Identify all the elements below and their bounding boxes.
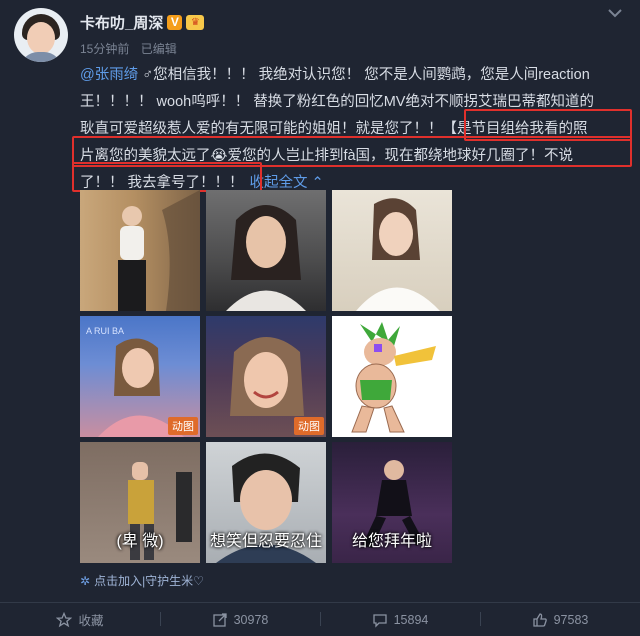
favorite-label: 收藏	[78, 614, 104, 628]
collapse-link[interactable]: 收起全文 ⌃	[250, 175, 324, 191]
image-tile[interactable]: A RUI BA 动图	[80, 316, 200, 437]
post-line-4: 片离您的美貌太远了😭爱您的人岂止排到fà国，现在都绕地球好几圈了！不说	[80, 148, 574, 164]
fan-group-link[interactable]: ✲ 点击加入|守护生米♡	[80, 572, 204, 589]
chevron-down-icon[interactable]	[606, 6, 624, 20]
comment-button[interactable]: 15894	[320, 603, 480, 636]
post-line-3: 耿直可爱超级惹人爱的有无限可能的姐姐！就是您了！！【是节目组给我看的照	[80, 121, 588, 137]
repost-count: 30978	[233, 612, 269, 627]
repost-button[interactable]: 30978	[160, 603, 320, 636]
avatar[interactable]	[14, 8, 68, 62]
image-tile[interactable]	[206, 190, 326, 311]
like-count: 97583	[553, 612, 589, 627]
username-text[interactable]: 卡布叻_周深	[80, 12, 163, 33]
image-tile[interactable]	[80, 190, 200, 311]
comment-count: 15894	[393, 612, 429, 627]
post-time[interactable]: 15分钟前	[80, 42, 129, 56]
star-icon	[56, 611, 73, 627]
image-caption: (卑 微)	[116, 533, 164, 550]
image-caption: 想笑但忍要忍住	[209, 533, 322, 550]
gif-badge: 动图	[168, 417, 198, 435]
comment-icon	[372, 613, 387, 628]
image-tile[interactable]	[332, 190, 452, 311]
image-grid: A RUI BA 动图 动图 (卑 微) 想笑但忍要忍住 给您拜年啦	[80, 190, 452, 564]
svg-text:A RUI BA: A RUI BA	[86, 326, 124, 336]
gif-badge: 动图	[294, 417, 324, 435]
action-bar: 收藏 30978 15894 97583	[0, 602, 640, 636]
post-line-5: 了！！ 我去拿号了！！！	[80, 175, 244, 191]
image-tile[interactable]	[332, 316, 452, 437]
edited-label: 已编辑	[140, 42, 177, 56]
photo-figure	[356, 198, 440, 311]
image-caption: 给您拜年啦	[351, 533, 432, 550]
post-content: @张雨绮 ♂您相信我！！！ 我绝对认识您！ 您不是人间鹦鹉，您是人间reacti…	[80, 62, 628, 197]
image-tile[interactable]: 动图	[206, 316, 326, 437]
repost-icon	[212, 612, 227, 627]
sparkle-icon: ✲	[80, 574, 91, 588]
post-line-1: ♂您相信我！！！ 我绝对认识您！ 您不是人间鹦鹉，您是人间reaction	[138, 67, 590, 83]
photo-figure	[118, 190, 200, 311]
mention-link[interactable]: @张雨绮	[80, 67, 138, 83]
verified-badge-icon: V	[167, 15, 183, 30]
cartoon-figure	[351, 322, 436, 433]
username[interactable]: 卡布叻_周深 V ♛	[80, 12, 205, 33]
post-meta: 15分钟前 已编辑	[80, 40, 177, 57]
post-line-2: 王！！！！ wooh呜呼！！ 替换了粉红色的回忆MV绝对不顺拐艾瑞巴蒂都知道的	[80, 94, 594, 110]
image-tile[interactable]: 给您拜年啦	[332, 442, 452, 563]
fan-group-text[interactable]: 点击加入|守护生米♡	[94, 574, 204, 588]
thumbs-up-icon	[532, 612, 547, 627]
photo-figure	[226, 205, 306, 311]
like-button[interactable]: 97583	[480, 603, 640, 636]
favorite-button[interactable]: 收藏	[0, 603, 160, 636]
image-tile[interactable]: (卑 微)	[80, 442, 200, 563]
vip-crown-icon: ♛	[186, 15, 205, 30]
image-tile[interactable]: 想笑但忍要忍住	[206, 442, 326, 563]
